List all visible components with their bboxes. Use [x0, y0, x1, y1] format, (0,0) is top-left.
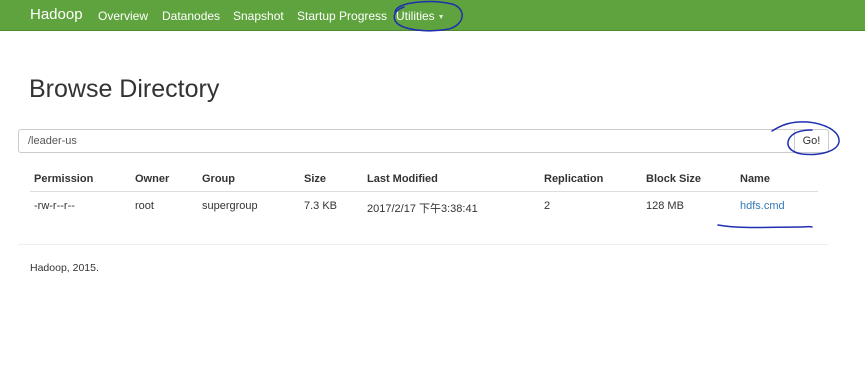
cell-group: supergroup [202, 200, 258, 212]
footer-text: Hadoop, 2015. [30, 262, 99, 274]
cell-block-size: 128 MB [646, 200, 684, 212]
directory-path-input[interactable] [18, 129, 794, 153]
cell-replication: 2 [544, 200, 551, 212]
chevron-down-icon: ▼ [437, 14, 445, 21]
footer-divider [18, 244, 828, 245]
annotation-underline-hdfs [717, 224, 813, 229]
column-header-owner: Owner [135, 173, 170, 185]
cell-size: 7.3 KB [304, 200, 338, 212]
nav-item-overview[interactable]: Overview [98, 9, 148, 23]
file-name-link[interactable]: hdfs.cmd [740, 200, 785, 212]
page-title: Browse Directory [29, 75, 220, 103]
nav-item-startup-progress[interactable]: Startup Progress [297, 9, 387, 23]
column-header-name: Name [740, 173, 770, 185]
cell-last-modified: 2017/2/17 下午3:38:41 [367, 203, 478, 215]
cell-permission: -rw-r--r-- [34, 200, 75, 212]
table-header-divider [30, 191, 818, 192]
nav-item-snapshot[interactable]: Snapshot [233, 9, 284, 23]
nav-item-datanodes[interactable]: Datanodes [162, 9, 220, 23]
go-button[interactable]: Go! [794, 129, 829, 153]
column-header-replication: Replication [544, 173, 604, 185]
navbar-brand[interactable]: Hadoop [30, 6, 83, 23]
column-header-group: Group [202, 173, 235, 185]
column-header-size: Size [304, 173, 327, 185]
navbar: Hadoop Overview Datanodes Snapshot Start… [0, 0, 865, 31]
nav-item-utilities-label: Utilities [396, 9, 435, 23]
pen-annotations [393, 0, 840, 229]
nav-item-utilities[interactable]: Utilities ▼ [396, 9, 445, 23]
cell-owner: root [135, 200, 154, 212]
column-header-last-modified: Last Modified [367, 173, 438, 185]
column-header-permission: Permission [34, 173, 94, 185]
column-header-block-size: Block Size [646, 173, 702, 185]
